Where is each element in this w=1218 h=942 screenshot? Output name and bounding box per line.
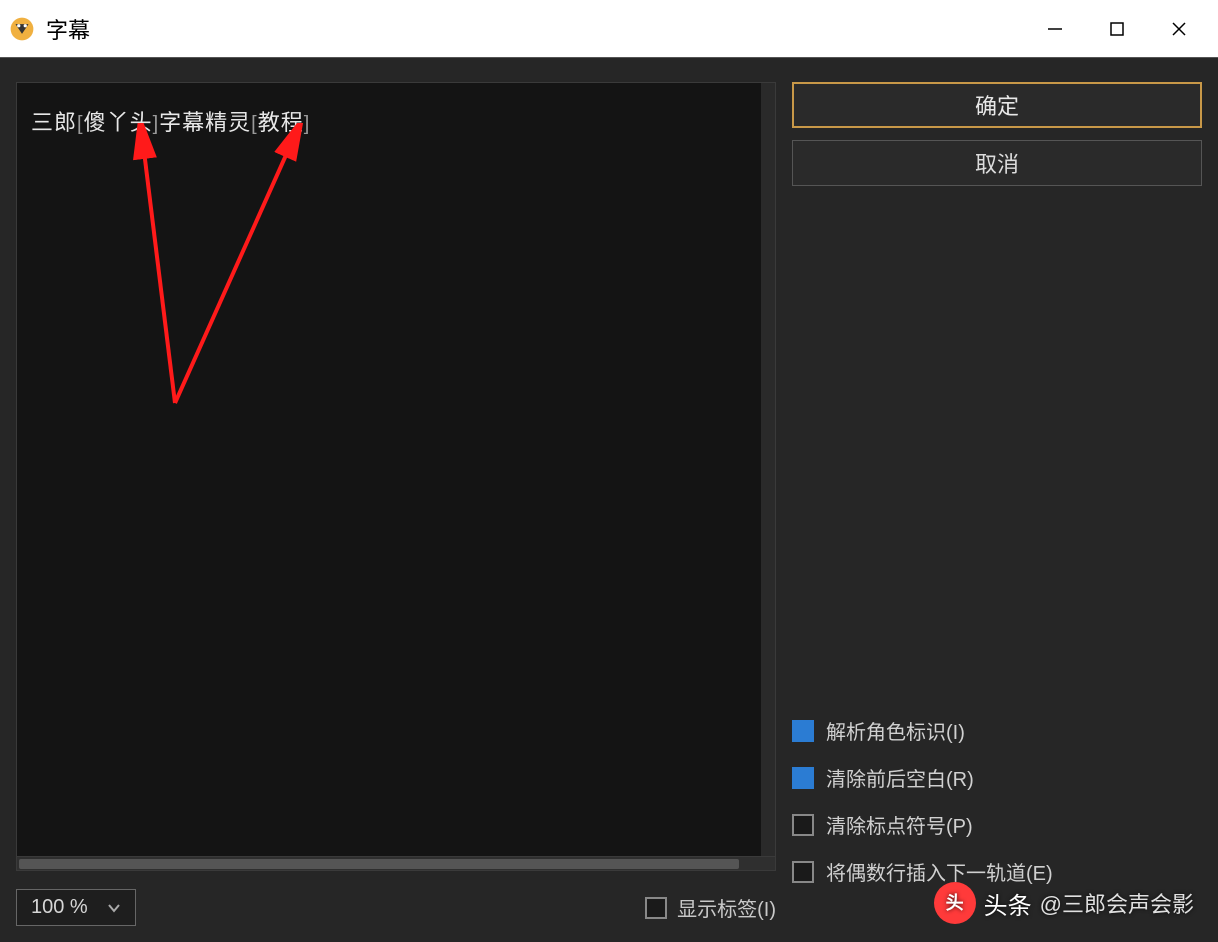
titlebar: 字幕 <box>0 0 1218 58</box>
zoom-value: 100 % <box>31 896 88 919</box>
subtitle-text-line[interactable]: 三郎[傻丫头]字幕精灵[教程] <box>31 105 310 137</box>
window-controls <box>1024 0 1210 58</box>
main-content: 三郎[傻丫头]字幕精灵[教程] 100 % <box>0 58 1218 942</box>
watermark-logo-icon: 头 <box>934 882 976 924</box>
side-column: 确定 取消 解析角色标识(I) 清除前后空白(R) 清除标点符号(P) 将偶数行… <box>792 82 1202 926</box>
editor-vertical-scrollbar[interactable] <box>761 83 775 856</box>
show-tags-checkbox[interactable] <box>645 897 667 919</box>
window-title: 字幕 <box>46 13 1024 45</box>
parse-role-tag-label: 解析角色标识(I) <box>826 716 965 745</box>
remove-punct-checkbox[interactable] <box>792 814 814 836</box>
option-parse-role-tag[interactable]: 解析角色标识(I) <box>792 716 1202 745</box>
app-icon <box>8 15 36 43</box>
show-tags-label: 显示标签(I) <box>677 893 776 922</box>
zoom-select[interactable]: 100 % <box>16 889 136 926</box>
close-icon <box>1170 20 1188 38</box>
editor-horizontal-scrollbar[interactable] <box>16 857 776 871</box>
trim-spaces-label: 清除前后空白(R) <box>826 763 974 792</box>
show-tags-option[interactable]: 显示标签(I) <box>645 893 776 922</box>
maximize-icon <box>1108 20 1126 38</box>
remove-punct-label: 清除标点符号(P) <box>826 810 973 839</box>
minimize-icon <box>1046 20 1064 38</box>
chevron-down-icon <box>107 901 121 915</box>
scrollbar-thumb[interactable] <box>19 859 739 869</box>
option-remove-punct[interactable]: 清除标点符号(P) <box>792 810 1202 839</box>
option-trim-spaces[interactable]: 清除前后空白(R) <box>792 763 1202 792</box>
watermark: 头 头条 @三郎会声会影 <box>934 882 1194 924</box>
editor-column: 三郎[傻丫头]字幕精灵[教程] 100 % <box>16 82 776 926</box>
minimize-button[interactable] <box>1024 0 1086 58</box>
maximize-button[interactable] <box>1086 0 1148 58</box>
close-button[interactable] <box>1148 0 1210 58</box>
subtitle-editor[interactable]: 三郎[傻丫头]字幕精灵[教程] <box>16 82 776 857</box>
parse-role-tag-checkbox[interactable] <box>792 720 814 742</box>
watermark-brand: 头条 <box>984 886 1032 921</box>
ok-button[interactable]: 确定 <box>792 82 1202 128</box>
annotation-arrows <box>127 123 347 423</box>
cancel-button[interactable]: 取消 <box>792 140 1202 186</box>
even-lines-checkbox[interactable] <box>792 861 814 883</box>
watermark-handle: @三郎会声会影 <box>1040 887 1194 919</box>
editor-bottom-row: 100 % 显示标签(I) <box>16 889 776 926</box>
trim-spaces-checkbox[interactable] <box>792 767 814 789</box>
